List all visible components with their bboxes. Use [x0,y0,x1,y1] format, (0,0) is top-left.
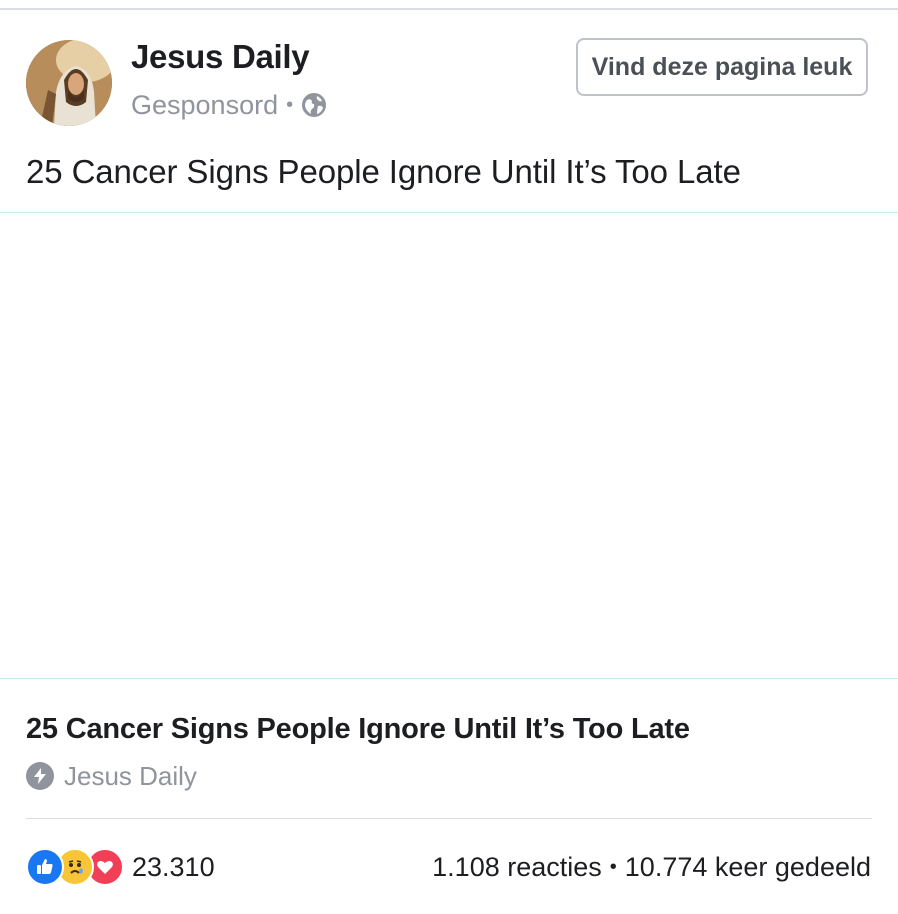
sponsored-meta: Gesponsord • [131,88,327,122]
globe-icon [301,92,327,118]
engagement-separator: • [609,855,617,878]
meta-separator: • [286,93,294,116]
engagement-summary: 1.108 reacties • 10.774 keer gedeeld [432,848,871,886]
media-bottom-border [0,678,898,679]
link-preview-source: Jesus Daily [26,758,197,794]
link-source-name: Jesus Daily [64,760,197,791]
avatar-portrait [26,40,112,126]
link-preview-title[interactable]: 25 Cancer Signs People Ignore Until It’s… [26,713,690,746]
reaction-count: 23.310 [132,851,215,882]
top-divider [0,8,898,10]
comments-count[interactable]: 1.108 reacties [432,852,602,883]
like-page-button[interactable]: Vind deze pagina leuk [576,38,868,96]
shares-count[interactable]: 10.774 keer gedeeld [625,852,871,883]
post-text: 25 Cancer Signs People Ignore Until It’s… [26,153,741,190]
reactions-summary[interactable]: 23.310 [26,848,215,886]
footer-divider [26,818,872,819]
bolt-icon [26,762,54,790]
page-name[interactable]: Jesus Daily [131,38,310,76]
link-preview-image[interactable] [0,213,898,678]
sponsored-label[interactable]: Gesponsord [131,90,278,121]
like-icon [26,848,64,886]
page-avatar[interactable] [26,40,112,126]
